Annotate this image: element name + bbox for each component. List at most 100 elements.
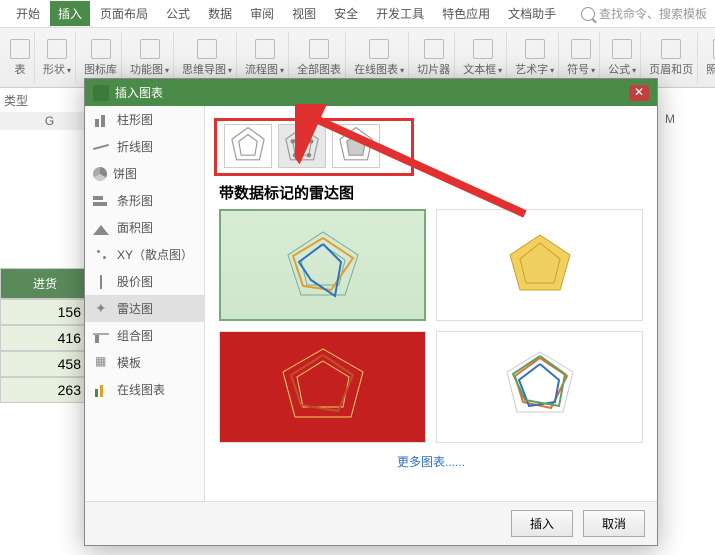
menu-devtools[interactable]: 开发工具 [368,1,432,26]
cancel-button[interactable]: 取消 [583,510,645,537]
onlinecharts-icon [369,39,389,59]
preview-4[interactable] [436,331,643,443]
funcchart-icon [140,39,160,59]
radar-subtype-3[interactable] [332,124,380,168]
chart-type-radar[interactable]: 雷达图 [85,295,204,322]
menu-dochelper[interactable]: 文档助手 [500,1,564,26]
radar-icon [225,123,271,169]
chevron-down-icon: ▾ [591,66,595,75]
search-icon [581,7,595,21]
app-icon [93,85,109,101]
line-chart-icon [93,140,111,154]
bar-chart-icon [93,113,111,127]
ribbon-onlinecharts[interactable]: 在线图表▾ [350,32,409,83]
chart-type-hbar[interactable]: 条形图 [85,187,204,214]
chart-type-list: 柱形图 折线图 饼图 条形图 面积图 XY（散点图） 股价图 雷达图 组合图 模… [85,106,205,501]
chevron-down-icon: ▾ [632,66,636,75]
chart-type-combo[interactable]: 组合图 [85,322,204,349]
ribbon-headerfooter[interactable]: 页眉和页 [645,32,698,83]
ribbon-iconlib[interactable]: 图标库 [80,32,122,83]
ribbon-shapes[interactable]: 形状▾ [39,32,76,83]
chevron-down-icon: ▾ [400,66,404,75]
row-label: 类型 [4,92,28,109]
insert-chart-dialog: 插入图表 ✕ 柱形图 折线图 饼图 条形图 面积图 XY（散点图） 股价图 雷达… [84,78,658,546]
preview-1[interactable] [219,209,426,321]
radar-chart-icon [93,302,111,316]
menu-insert[interactable]: 插入 [50,1,90,26]
ribbon-wordart[interactable]: 艺术字▾ [511,32,559,83]
ribbon-funcchart[interactable]: 功能图▾ [126,32,174,83]
radar-subtype-2[interactable] [278,124,326,168]
ribbon-allcharts[interactable]: 全部图表 [293,32,346,83]
menu-formula[interactable]: 公式 [158,1,198,26]
area-chart-icon [93,221,111,235]
formula-icon [612,39,632,59]
allcharts-icon [309,39,329,59]
menu-security[interactable]: 安全 [326,1,366,26]
chart-type-bar[interactable]: 柱形图 [85,106,204,133]
insert-button[interactable]: 插入 [511,510,573,537]
chart-type-stock[interactable]: 股价图 [85,268,204,295]
symbol-icon [571,39,591,59]
preview-3[interactable] [219,331,426,443]
menubar: 开始 插入 页面布局 公式 数据 审阅 视图 安全 开发工具 特色应用 文档助手… [0,0,715,28]
chart-subtitle: 带数据标记的雷达图 [219,182,643,203]
ribbon-textbox[interactable]: 文本框▾ [459,32,507,83]
ribbon-symbol[interactable]: 符号▾ [563,32,600,83]
ribbon-formula[interactable]: 公式▾ [604,32,641,83]
menu-data[interactable]: 数据 [200,1,240,26]
cell[interactable]: 156 [0,299,90,325]
radar-subtype-1[interactable] [224,124,272,168]
preview-grid [219,209,643,443]
chart-type-scatter[interactable]: XY（散点图） [85,241,204,268]
ribbon-table[interactable]: 表 [6,32,35,83]
radar-filled-icon [333,123,379,169]
slicer-icon [424,39,444,59]
radar-preview-icon [263,220,383,310]
chevron-down-icon: ▾ [498,66,502,75]
dialog-titlebar[interactable]: 插入图表 ✕ [85,79,657,106]
cell[interactable]: 416 [0,325,90,351]
menu-special[interactable]: 特色应用 [434,1,498,26]
radar-preview-icon [253,337,393,437]
more-charts-link[interactable]: 更多图表...... [219,453,643,470]
template-icon [93,356,111,370]
ribbon-flowchart[interactable]: 流程图▾ [241,32,289,83]
chevron-down-icon: ▾ [228,66,232,75]
menu-view[interactable]: 视图 [284,1,324,26]
textbox-icon [473,39,493,59]
combo-chart-icon [93,329,111,343]
chevron-down-icon: ▾ [550,66,554,75]
stock-chart-icon [93,275,111,289]
chevron-down-icon: ▾ [67,66,71,75]
wordart-icon [525,39,545,59]
data-header[interactable]: 进货 [0,268,90,299]
radar-preview-icon [485,342,595,432]
chevron-down-icon: ▾ [280,66,284,75]
chart-type-area[interactable]: 面积图 [85,214,204,241]
chart-type-online[interactable]: 在线图表 [85,376,204,403]
radar-marker-icon [279,123,325,169]
subtype-row [219,114,643,178]
cell[interactable]: 263 [0,377,90,403]
dialog-footer: 插入 取消 [85,501,657,545]
ribbon-slicer[interactable]: 切片器 [413,32,455,83]
headerfooter-icon [661,39,681,59]
flowchart-icon [255,39,275,59]
search-area[interactable]: 查找命令、搜索模板 [581,5,715,22]
ribbon-camera[interactable]: 照相机 [702,32,715,83]
table-icon [10,39,30,59]
chart-type-line[interactable]: 折线图 [85,133,204,160]
cell[interactable]: 458 [0,351,90,377]
chart-type-pie[interactable]: 饼图 [85,160,204,187]
menu-start[interactable]: 开始 [8,1,48,26]
mindmap-icon [197,39,217,59]
close-button[interactable]: ✕ [629,85,649,101]
menu-review[interactable]: 审阅 [242,1,282,26]
menu-pagelayout[interactable]: 页面布局 [92,1,156,26]
preview-2[interactable] [436,209,643,321]
ribbon-mindmap[interactable]: 思维导图▾ [178,32,237,83]
online-chart-icon [93,383,111,397]
chart-type-template[interactable]: 模板 [85,349,204,376]
chart-main-panel: 带数据标记的雷达图 [205,106,657,501]
